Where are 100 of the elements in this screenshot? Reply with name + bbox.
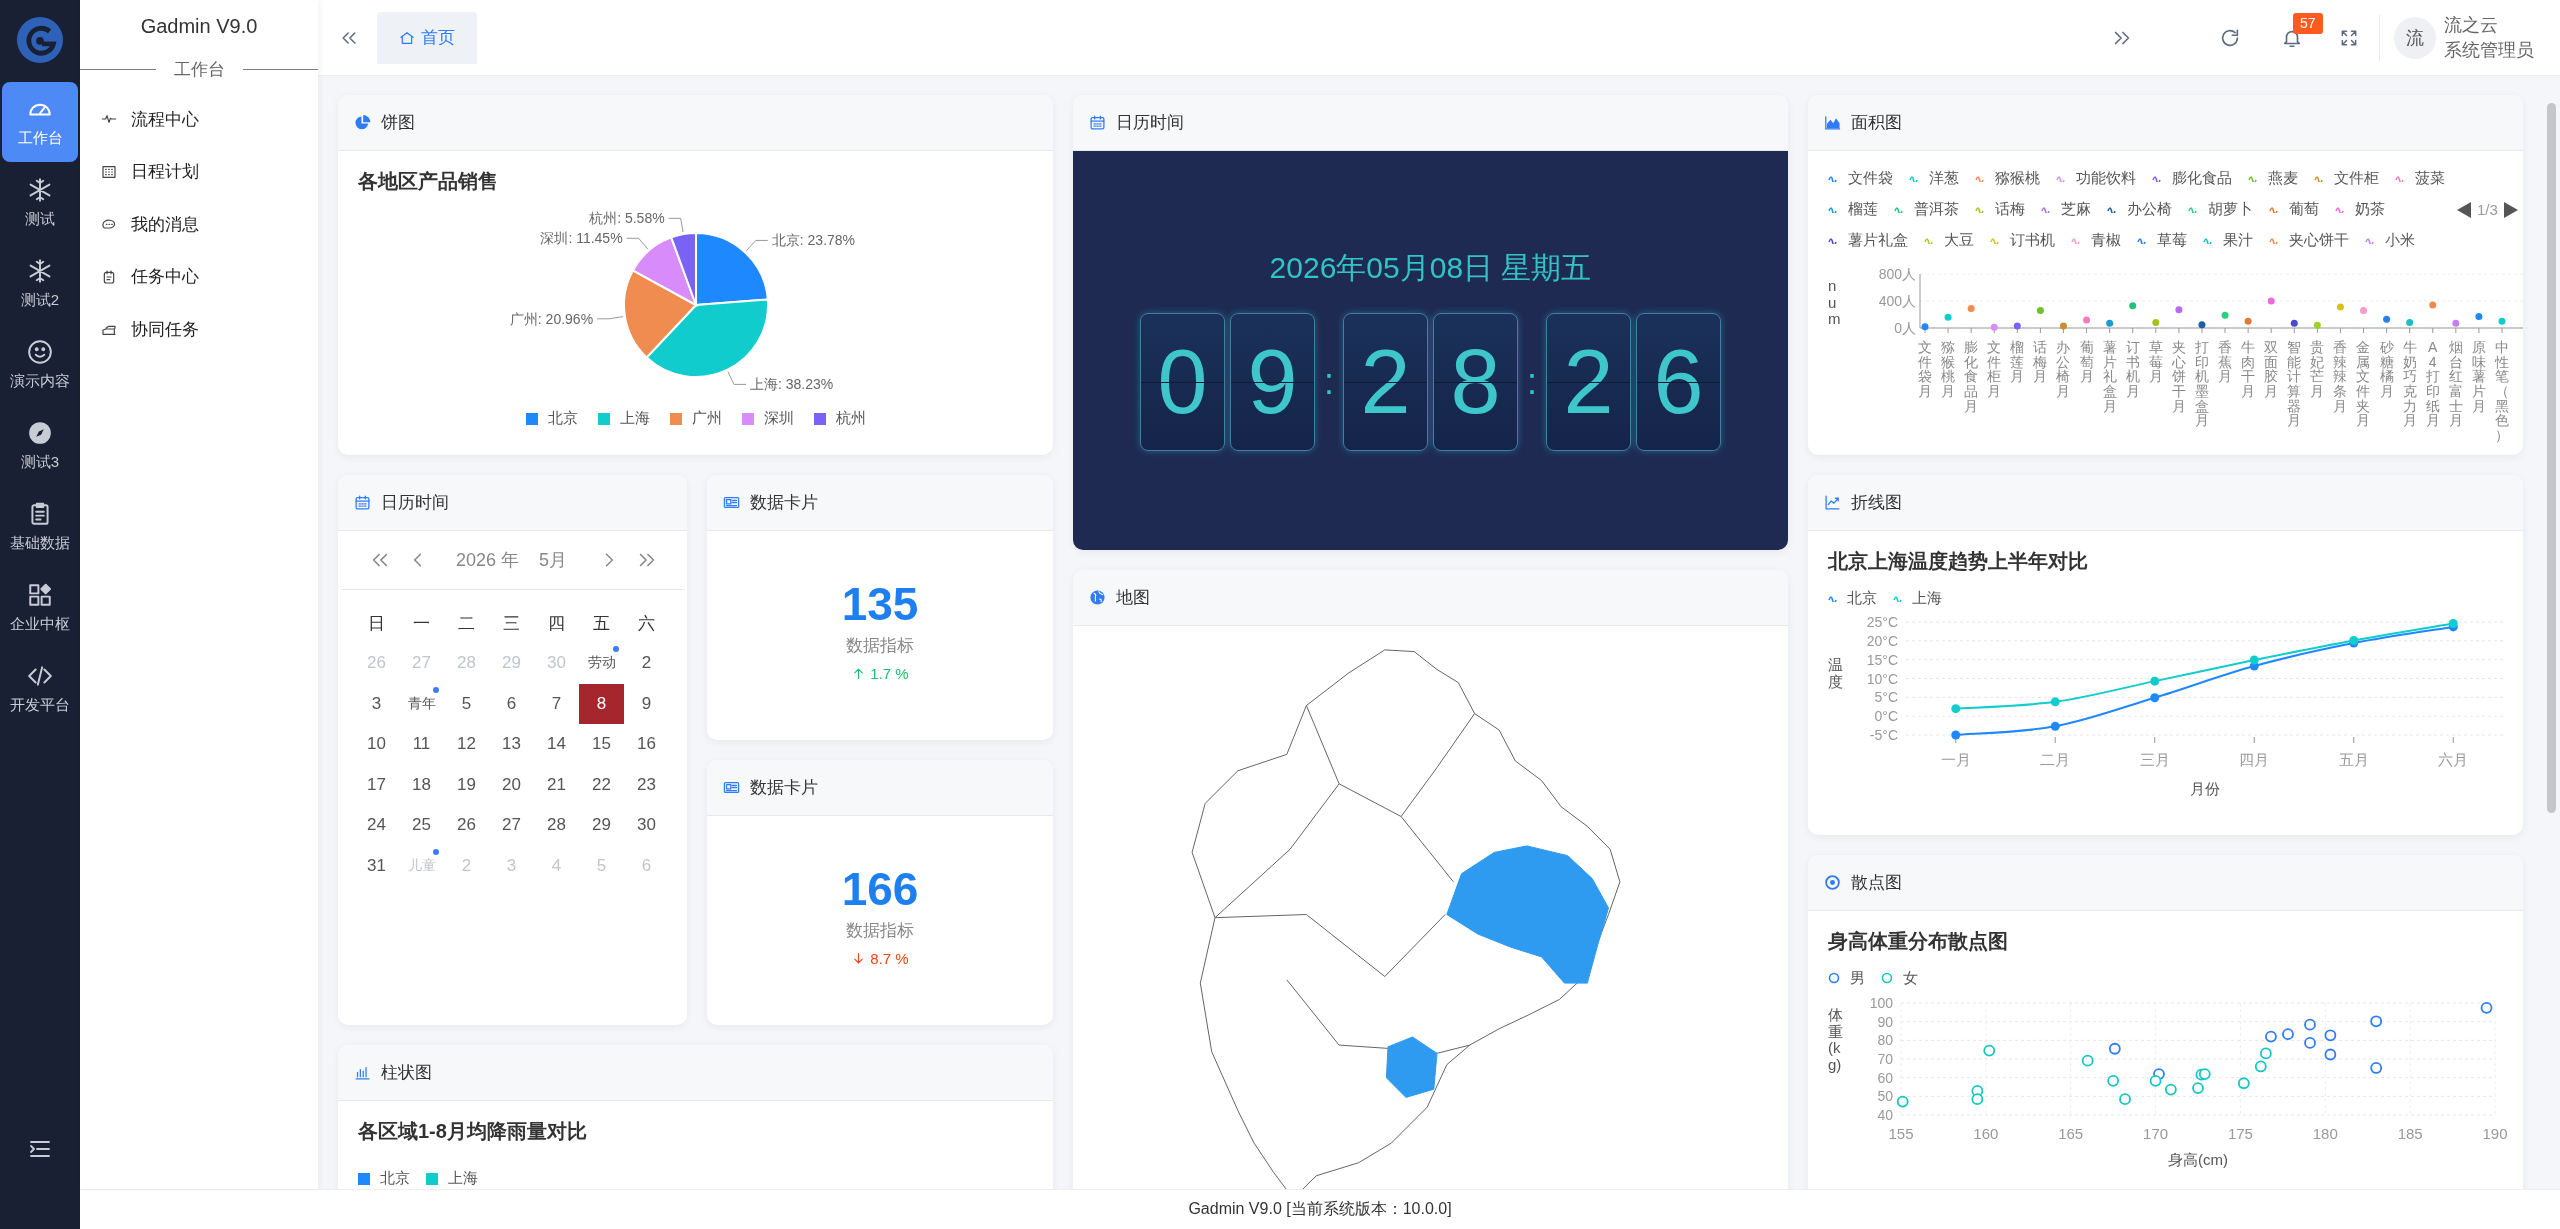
data-point[interactable] <box>2059 322 2067 330</box>
legend-item[interactable]: 北京 <box>358 1169 410 1188</box>
pie-slice[interactable] <box>645 298 769 378</box>
legend-item[interactable]: 订书机 <box>1990 225 2055 256</box>
legend-item[interactable]: 文件柜 <box>2314 163 2379 194</box>
calendar-day[interactable]: 22 <box>579 764 624 805</box>
nav-item[interactable]: 企业中枢 <box>2 568 78 648</box>
nav-item[interactable]: 基础数据 <box>2 487 78 567</box>
legend-item[interactable]: 广州 <box>669 409 722 428</box>
calendar-day[interactable]: 2 <box>624 643 669 684</box>
legend-item[interactable]: 燕麦 <box>2248 163 2298 194</box>
data-point[interactable] <box>2480 1001 2493 1014</box>
calendar-day[interactable]: 28 <box>534 805 579 846</box>
nav-item[interactable]: 测试3 <box>2 406 78 486</box>
nav-item[interactable]: 测试 <box>2 163 78 243</box>
legend-item[interactable]: 胡萝卜 <box>2188 194 2253 225</box>
legend-item[interactable]: 菠菜 <box>2395 163 2445 194</box>
legend-item[interactable]: 功能饮料 <box>2056 163 2136 194</box>
data-point[interactable] <box>2324 1029 2337 1042</box>
calendar-day[interactable]: 7 <box>534 683 579 724</box>
legend-item[interactable]: 膨化食品 <box>2152 163 2232 194</box>
pie-slice[interactable] <box>631 236 697 306</box>
legend-item[interactable]: 奶茶 <box>2335 194 2385 225</box>
data-point[interactable] <box>2198 321 2206 329</box>
menu-item[interactable]: 任务中心 <box>80 250 318 303</box>
legend-item[interactable]: 北京 <box>1828 588 1877 608</box>
data-point[interactable] <box>2475 313 2483 320</box>
legend-item[interactable]: 上海 <box>426 1169 478 1188</box>
calendar-day[interactable]: 6 <box>489 683 534 724</box>
calendar-day[interactable]: 15 <box>579 724 624 765</box>
data-point[interactable] <box>2349 635 2359 645</box>
calendar-day[interactable]: 31 <box>354 845 399 886</box>
pie-slice[interactable] <box>695 232 769 306</box>
data-point[interactable] <box>2108 1042 2121 1055</box>
data-point[interactable] <box>1951 730 1961 740</box>
pie-slice[interactable] <box>623 269 697 359</box>
calendar-day[interactable]: 26 <box>444 805 489 846</box>
legend-item[interactable]: 青椒 <box>2071 225 2121 256</box>
data-point[interactable] <box>2013 322 2021 330</box>
legend-item[interactable]: 葡萄 <box>2269 194 2319 225</box>
menu-item[interactable]: 日程计划 <box>80 145 318 198</box>
data-point[interactable] <box>2244 317 2252 325</box>
nav-item[interactable]: 演示内容 <box>2 325 78 405</box>
next-page-button[interactable] <box>2502 200 2519 219</box>
calendar-day[interactable]: 5 <box>444 683 489 724</box>
calendar-day[interactable]: 13 <box>489 724 534 765</box>
calendar-day[interactable]: 30 <box>624 805 669 846</box>
legend-item[interactable]: 夹心饼干 <box>2269 225 2349 256</box>
data-point[interactable] <box>2105 319 2113 327</box>
menu-item[interactable]: 我的消息 <box>80 198 318 251</box>
legend-item[interactable]: 上海 <box>597 409 650 428</box>
tab[interactable]: 首页 <box>377 11 477 64</box>
calendar-day[interactable]: 17 <box>354 764 399 805</box>
data-point[interactable] <box>2451 319 2459 327</box>
data-point[interactable] <box>2448 619 2458 628</box>
data-point[interactable] <box>2304 1018 2316 1031</box>
calendar-day[interactable]: 11 <box>399 724 444 765</box>
data-point[interactable] <box>2249 655 2259 665</box>
legend-item[interactable]: 普洱茶 <box>1894 194 1959 225</box>
data-point[interactable] <box>2370 1062 2383 1074</box>
calendar-day[interactable]: 24 <box>354 805 399 846</box>
legend-item[interactable]: 榴莲 <box>1828 194 1878 225</box>
scrollbar-thumb[interactable] <box>2547 103 2556 813</box>
year-label[interactable]: 2026 年 <box>456 548 520 572</box>
legend-item[interactable]: 女 <box>1881 968 1918 988</box>
legend-item[interactable]: 深圳 <box>741 409 794 428</box>
legend-item[interactable]: 猕猴桃 <box>1975 163 2040 194</box>
data-point[interactable] <box>1921 323 1929 331</box>
calendar-day[interactable]: 19 <box>444 764 489 805</box>
calendar-day[interactable]: 8 <box>579 683 624 724</box>
calendar-day[interactable]: 9 <box>624 683 669 724</box>
legend-item[interactable]: 果汁 <box>2203 225 2253 256</box>
legend-item[interactable]: 上海 <box>1893 588 1942 608</box>
data-point[interactable] <box>2290 319 2298 327</box>
legend-item[interactable]: 办公椅 <box>2107 194 2172 225</box>
user-avatar[interactable]: 流 <box>2394 16 2436 59</box>
calendar-day[interactable]: 23 <box>624 764 669 805</box>
calendar-day[interactable]: 青年 <box>399 683 444 724</box>
data-point[interactable] <box>2370 1015 2383 1028</box>
data-point[interactable] <box>2050 721 2060 731</box>
menu-item[interactable]: 流程中心 <box>80 93 318 146</box>
legend-item[interactable]: 薯片礼盒 <box>1828 225 1908 256</box>
legend-item[interactable]: 小米 <box>2365 225 2415 256</box>
calendar-day[interactable]: 27 <box>489 805 534 846</box>
data-point[interactable] <box>2304 1037 2316 1049</box>
calendar-day[interactable]: 劳动 <box>579 643 624 684</box>
data-point[interactable] <box>2267 297 2275 305</box>
nav-item[interactable]: 测试2 <box>2 244 78 324</box>
data-point[interactable] <box>2282 1028 2294 1041</box>
legend-item[interactable]: 北京 <box>525 409 578 428</box>
legend-item[interactable]: 男 <box>1828 968 1865 988</box>
nav-item[interactable]: 开发平台 <box>2 649 78 729</box>
calendar-day[interactable]: 18 <box>399 764 444 805</box>
calendar-day[interactable]: 16 <box>624 724 669 765</box>
calendar-day[interactable]: 25 <box>399 805 444 846</box>
calendar-day[interactable]: 10 <box>354 724 399 765</box>
calendar-day[interactable]: 29 <box>579 805 624 846</box>
calendar-day[interactable]: 3 <box>354 683 399 724</box>
legend-item[interactable]: 芝麻 <box>2041 194 2091 225</box>
legend-item[interactable]: 杭州 <box>813 409 866 428</box>
